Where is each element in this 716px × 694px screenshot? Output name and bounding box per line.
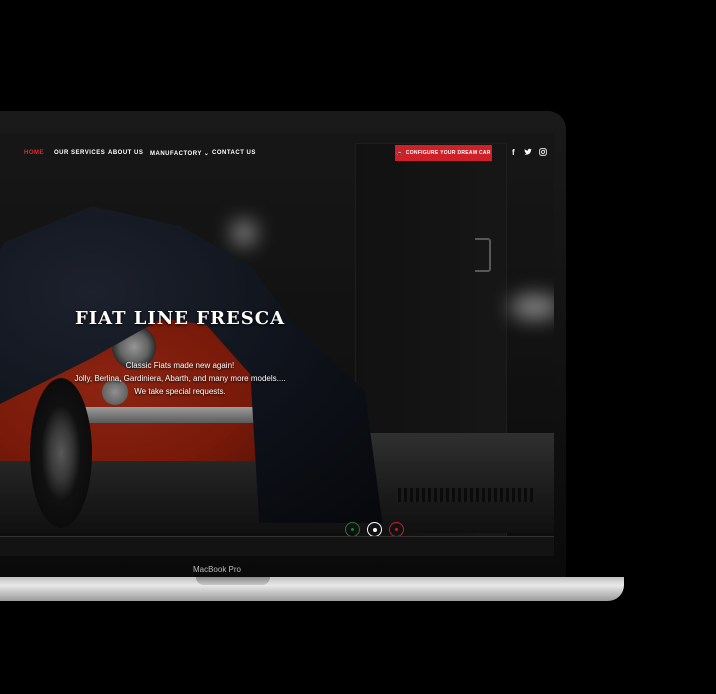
hero-background-image bbox=[0, 133, 554, 556]
nav-contact-us[interactable]: CONTACT US bbox=[212, 150, 256, 156]
nav-about-us[interactable]: ABOUT US bbox=[108, 150, 143, 156]
hero-requests-text: We take special requests. bbox=[134, 387, 226, 396]
laptop-base bbox=[0, 577, 624, 601]
chevron-down-icon: ⌄ bbox=[203, 151, 210, 157]
configure-dream-car-button[interactable]: 🚗 CONFIGURE YOUR DREAM CAR bbox=[395, 145, 492, 161]
hero-models-text: Jolly, Berlina, Gardiniera, Abarth, and … bbox=[74, 374, 286, 383]
main-nav: HOME OUR SERVICES ABOUT US MANUFACTORY ⌄… bbox=[0, 133, 554, 173]
hero-title: FIAT LINE FRESCA bbox=[74, 308, 286, 329]
device-model-label: MacBook Pro bbox=[192, 565, 242, 574]
hero-tagline: Classic Fiats made new again! bbox=[125, 361, 235, 370]
nav-manufactory[interactable]: MANUFACTORY ⌄ bbox=[150, 150, 209, 157]
cta-label: CONFIGURE YOUR DREAM CAR bbox=[405, 150, 491, 156]
instagram-icon[interactable] bbox=[539, 148, 547, 158]
website-screen: HOME OUR SERVICES ABOUT US MANUFACTORY ⌄… bbox=[0, 133, 554, 556]
slider-dot-white[interactable] bbox=[367, 522, 382, 537]
nav-manufactory-label: MANUFACTORY bbox=[150, 151, 202, 157]
slider-dot-green[interactable] bbox=[345, 522, 360, 537]
slider-dot-red[interactable] bbox=[389, 522, 404, 537]
nav-home[interactable]: HOME bbox=[24, 150, 44, 156]
nav-our-services[interactable]: OUR SERVICES bbox=[54, 150, 105, 156]
car-icon: 🚗 bbox=[396, 150, 403, 156]
screen-footer-strip bbox=[0, 536, 554, 556]
laptop-notch bbox=[196, 577, 270, 585]
facebook-icon[interactable]: f bbox=[512, 148, 515, 157]
twitter-icon[interactable] bbox=[524, 148, 532, 158]
